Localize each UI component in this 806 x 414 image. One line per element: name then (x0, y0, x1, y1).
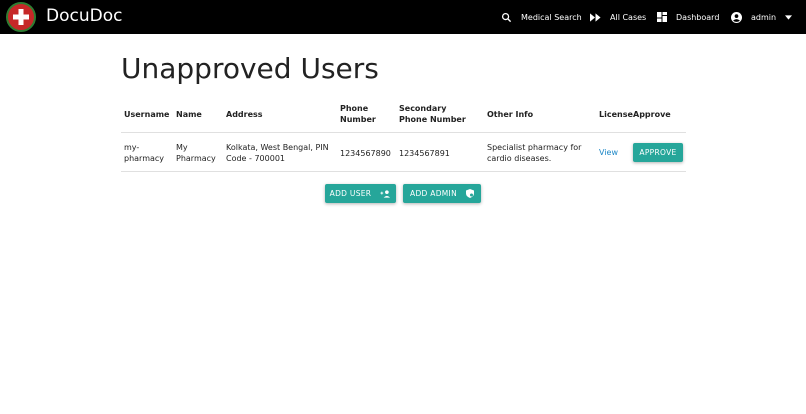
approve-button-label: APPROVE (639, 148, 677, 157)
cell-username: my-pharmacy (124, 143, 165, 163)
caret-down-icon (785, 14, 793, 20)
add-admin-button[interactable]: ADD ADMIN (403, 184, 481, 203)
add-user-button-label: ADD USER (329, 189, 372, 198)
cell-other-info: Specialist pharmacy for cardio diseases. (487, 143, 582, 163)
nav-dashboard-label: Dashboard (676, 12, 720, 22)
page-title: Unapproved Users (121, 52, 379, 85)
dashboard-icon (657, 12, 667, 22)
header-username: Username (124, 110, 170, 119)
nav-all-cases-label: All Cases (610, 12, 647, 22)
header-approve: Approve (633, 110, 671, 119)
approve-button[interactable]: APPROVE (633, 143, 683, 162)
nav-medical-search-label: Medical Search (521, 12, 582, 22)
header-other-info: Other Info (487, 110, 534, 119)
account-circle-icon (731, 11, 742, 23)
add-admin-button-label: ADD ADMIN (410, 189, 457, 198)
header-address: Address (226, 110, 263, 119)
nav-admin-menu[interactable]: admin (731, 0, 793, 34)
admin-shield-icon (465, 189, 474, 198)
nav-dashboard[interactable]: Dashboard (657, 0, 719, 34)
search-icon (501, 12, 512, 22)
docudoc-logo-icon[interactable] (6, 2, 36, 32)
person-add-icon (380, 189, 391, 198)
table-header-divider (121, 132, 686, 133)
header-phone-number: Phone Number (340, 104, 376, 124)
nav-admin-label: admin (751, 12, 777, 22)
cell-phone: 1234567890 (340, 149, 391, 158)
fast-forward-icon (590, 12, 601, 22)
cell-name: My Pharmacy (176, 143, 216, 163)
add-user-button[interactable]: ADD USER (325, 184, 396, 203)
nav-medical-search[interactable]: Medical Search (501, 0, 582, 34)
header-name: Name (176, 110, 202, 119)
header-license: License (599, 110, 633, 119)
top-navbar: DocuDoc Medical Search All Cases Dashboa… (0, 0, 806, 34)
license-view-link[interactable]: View (599, 148, 618, 157)
cell-address: Kolkata, West Bengal, PIN Code - 700001 (226, 143, 329, 163)
brand-name[interactable]: DocuDoc (46, 6, 122, 26)
nav-all-cases[interactable]: All Cases (590, 0, 646, 34)
header-secondary-phone: Secondary Phone Number (399, 104, 466, 124)
table-row-divider (121, 171, 686, 172)
cell-secondary-phone: 1234567891 (399, 149, 450, 158)
